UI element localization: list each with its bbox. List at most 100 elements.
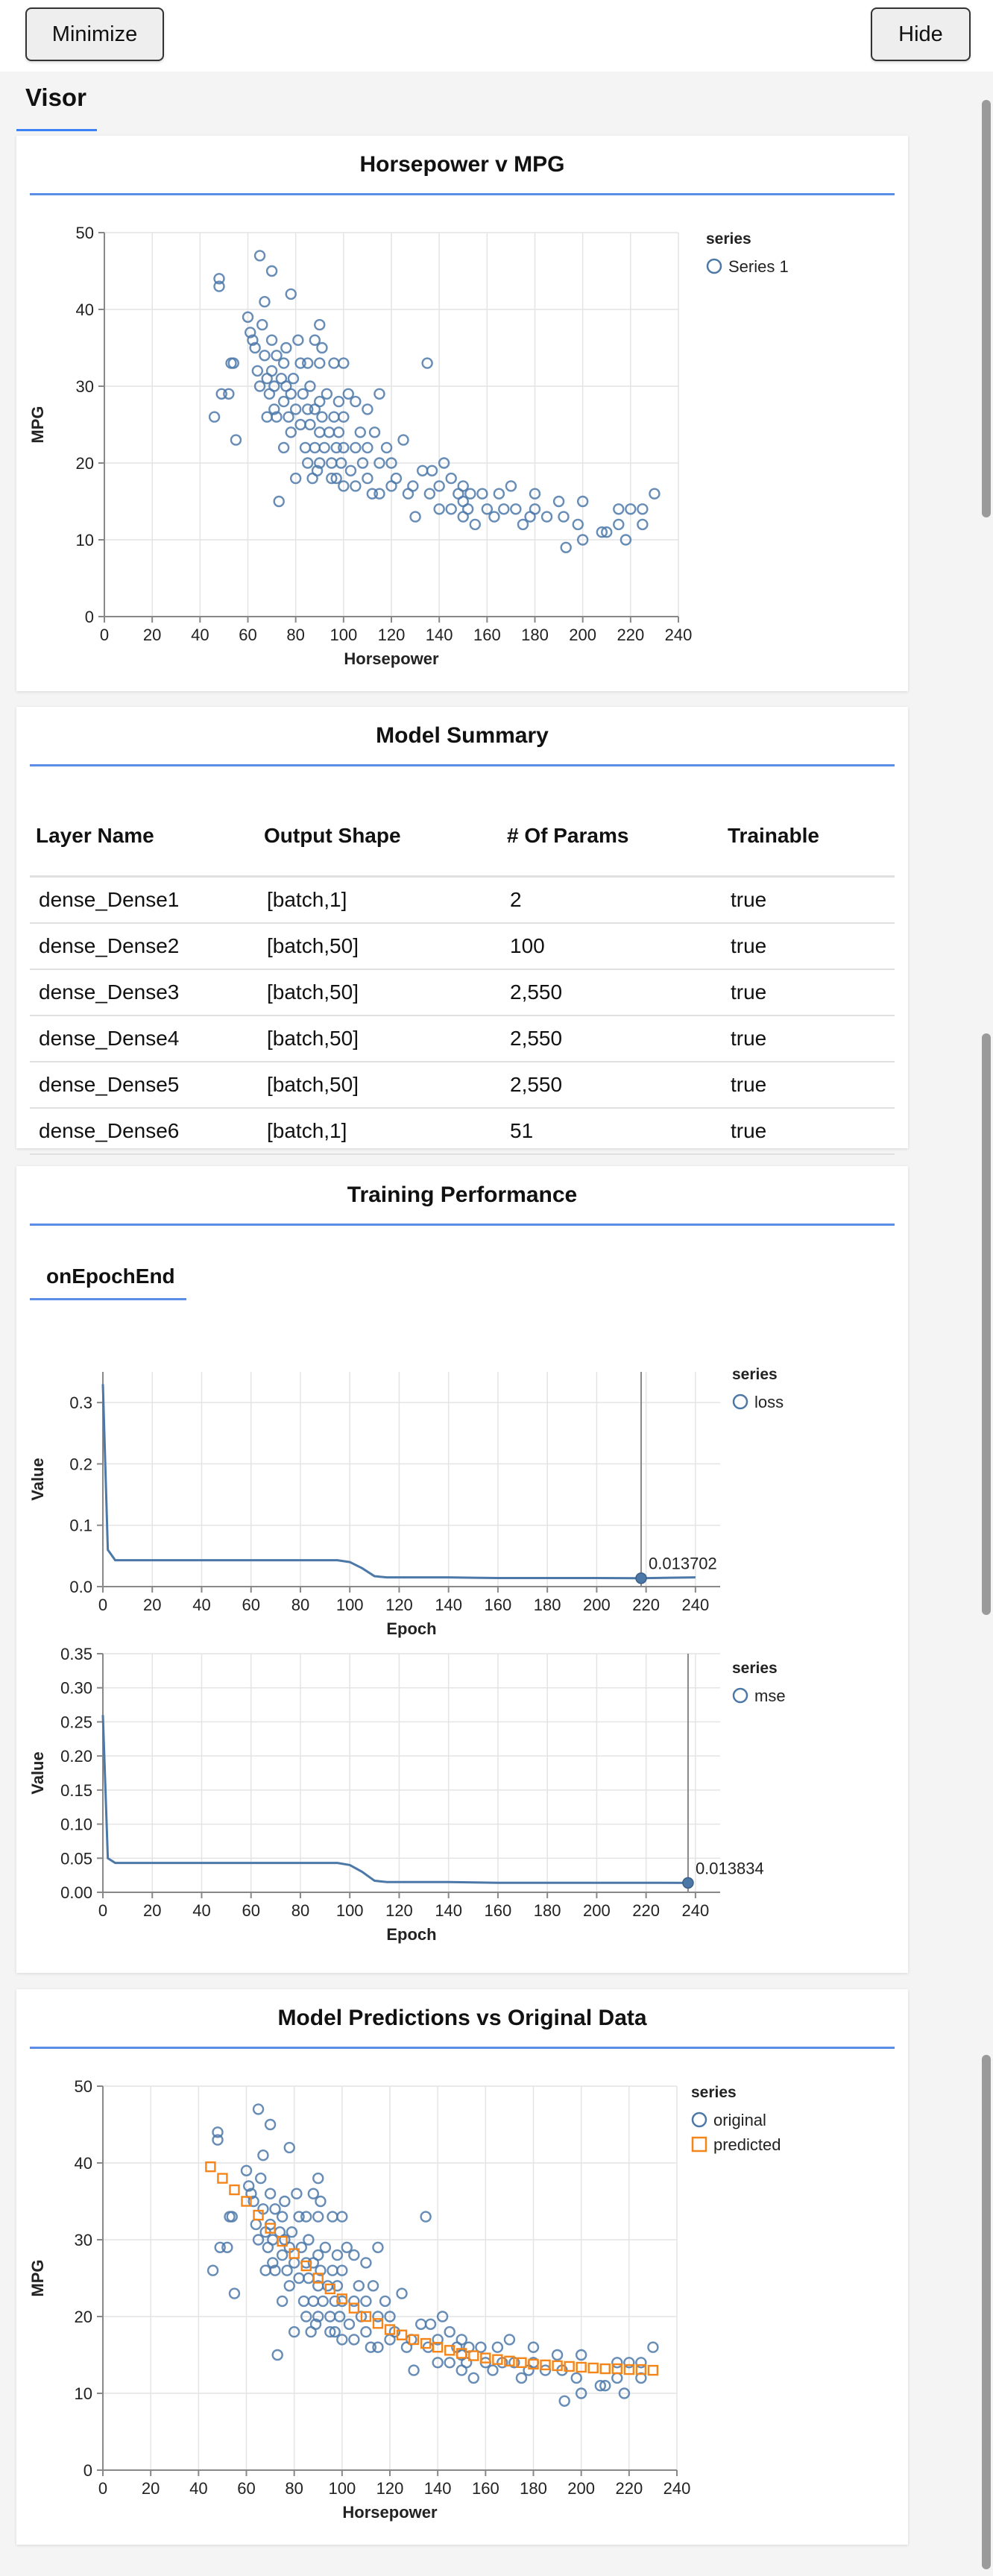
legend-title: series — [732, 1366, 778, 1383]
tab-onepochend[interactable]: onEpochEnd — [30, 1254, 186, 1300]
original-point — [257, 2149, 269, 2161]
x-tick-label: 20 — [143, 626, 161, 644]
legend-label: loss — [754, 1393, 784, 1411]
predictions-card: Model Predictions vs Original Data 0 20 40… — [16, 1989, 908, 2545]
x-tick-label: 220 — [615, 2479, 643, 2498]
original-point — [420, 2211, 432, 2223]
x-tick-label: 60 — [239, 626, 256, 644]
original-point — [551, 2349, 564, 2361]
data-point — [309, 441, 321, 454]
y-tick-label: 0.2 — [69, 1455, 92, 1473]
x-tick-label: 0 — [98, 1901, 107, 1920]
hide-button[interactable]: Hide — [871, 7, 971, 61]
original-point — [250, 2218, 262, 2231]
data-point — [445, 472, 457, 485]
original-point — [312, 2211, 324, 2223]
legend-label: mse — [754, 1687, 786, 1705]
data-point — [302, 357, 314, 369]
x-tick-label: 240 — [682, 1901, 710, 1920]
data-point — [390, 472, 403, 485]
x-tick-label: 180 — [520, 2479, 547, 2498]
original-point — [372, 2341, 384, 2353]
data-point — [362, 441, 373, 454]
data-point — [362, 472, 373, 485]
table-row: dense_Dense4 [batch,50] 2,550 true — [30, 1015, 895, 1062]
output-shape-cell: [batch,1] — [258, 1108, 501, 1155]
original-point — [360, 2325, 372, 2338]
y-axis-label: Value — [28, 1458, 47, 1500]
x-tick-label: 240 — [665, 626, 693, 644]
data-point — [287, 373, 300, 385]
y-tick-label: 0.0 — [69, 1578, 92, 1596]
legend-swatch — [691, 2111, 707, 2128]
original-point — [444, 2357, 455, 2369]
scatter-card: Horsepower v MPG 0 20 40 60 80 100 120 140 160 18… — [16, 136, 908, 691]
data-point — [445, 503, 457, 515]
original-point — [303, 2272, 315, 2284]
x-tick-label: 100 — [330, 626, 357, 644]
x-tick-label: 80 — [286, 626, 304, 644]
original-point — [271, 2349, 283, 2361]
data-point — [572, 518, 584, 531]
y-tick-label: 0.10 — [60, 1816, 92, 1834]
original-point — [252, 2103, 265, 2115]
column-header: # Of Params — [501, 796, 722, 878]
data-point — [373, 488, 385, 500]
data-point — [498, 503, 510, 515]
original-point — [424, 2318, 437, 2330]
scrollbar-thumb[interactable] — [982, 2055, 991, 2569]
x-tick-label: 80 — [285, 2479, 303, 2498]
hover-point — [682, 1877, 694, 1889]
original-point — [503, 2334, 516, 2346]
x-tick-label: 240 — [682, 1596, 710, 1614]
y-tick-label: 0.05 — [60, 1849, 92, 1868]
y-tick-label: 30 — [75, 2231, 92, 2249]
scrollbar-thumb[interactable] — [982, 100, 991, 517]
data-point — [613, 518, 625, 531]
training-performance-card: Training Performance onEpochEnd 0 20 40 60 8… — [16, 1166, 908, 1973]
table-header-row: Layer Name Output Shape # Of Params Trai… — [30, 796, 895, 878]
data-point — [423, 488, 436, 500]
data-point — [316, 341, 328, 354]
original-point — [307, 2295, 320, 2308]
layer-name-cell: dense_Dense2 — [30, 923, 258, 970]
data-point — [350, 480, 362, 492]
minimize-button[interactable]: Minimize — [25, 7, 164, 61]
predicted-point — [647, 2364, 659, 2376]
x-tick-label: 20 — [142, 2479, 160, 2498]
original-point — [348, 2295, 360, 2308]
x-tick-label: 100 — [336, 1596, 364, 1614]
x-tick-label: 180 — [534, 1596, 561, 1614]
legend-swatch — [732, 1394, 748, 1410]
data-point — [253, 250, 266, 262]
original-point — [348, 2249, 360, 2261]
original-point — [283, 2280, 295, 2292]
original-point — [353, 2280, 365, 2292]
column-header: Output Shape — [258, 796, 501, 878]
visor-tab[interactable]: Visor — [16, 84, 97, 131]
layer-name-cell: dense_Dense6 — [30, 1108, 258, 1155]
data-point — [380, 441, 393, 454]
scrollbar-thumb[interactable] — [982, 1033, 991, 1615]
x-axis-label: Horsepower — [344, 649, 439, 668]
layer-name-cell: dense_Dense4 — [30, 1015, 258, 1062]
data-point — [328, 411, 340, 423]
original-point — [279, 2195, 291, 2208]
table-row: dense_Dense5 [batch,50] 2,550 true — [30, 1062, 895, 1109]
scrollbar[interactable] — [980, 72, 993, 2576]
output-shape-cell: [batch,50] — [258, 969, 501, 1016]
data-point — [323, 426, 335, 438]
output-shape-cell: [batch,50] — [258, 1015, 501, 1062]
data-point — [409, 511, 421, 523]
x-tick-label: 160 — [485, 1901, 512, 1920]
data-point — [558, 511, 570, 523]
legend-swatch — [732, 1687, 748, 1704]
original-point — [343, 2318, 356, 2330]
original-point — [283, 2141, 295, 2154]
data-point — [344, 465, 357, 476]
x-tick-label: 120 — [385, 1596, 413, 1614]
x-tick-label: 120 — [378, 626, 406, 644]
data-point — [285, 426, 297, 438]
x-tick-label: 0 — [98, 1596, 107, 1614]
data-point — [223, 388, 235, 400]
